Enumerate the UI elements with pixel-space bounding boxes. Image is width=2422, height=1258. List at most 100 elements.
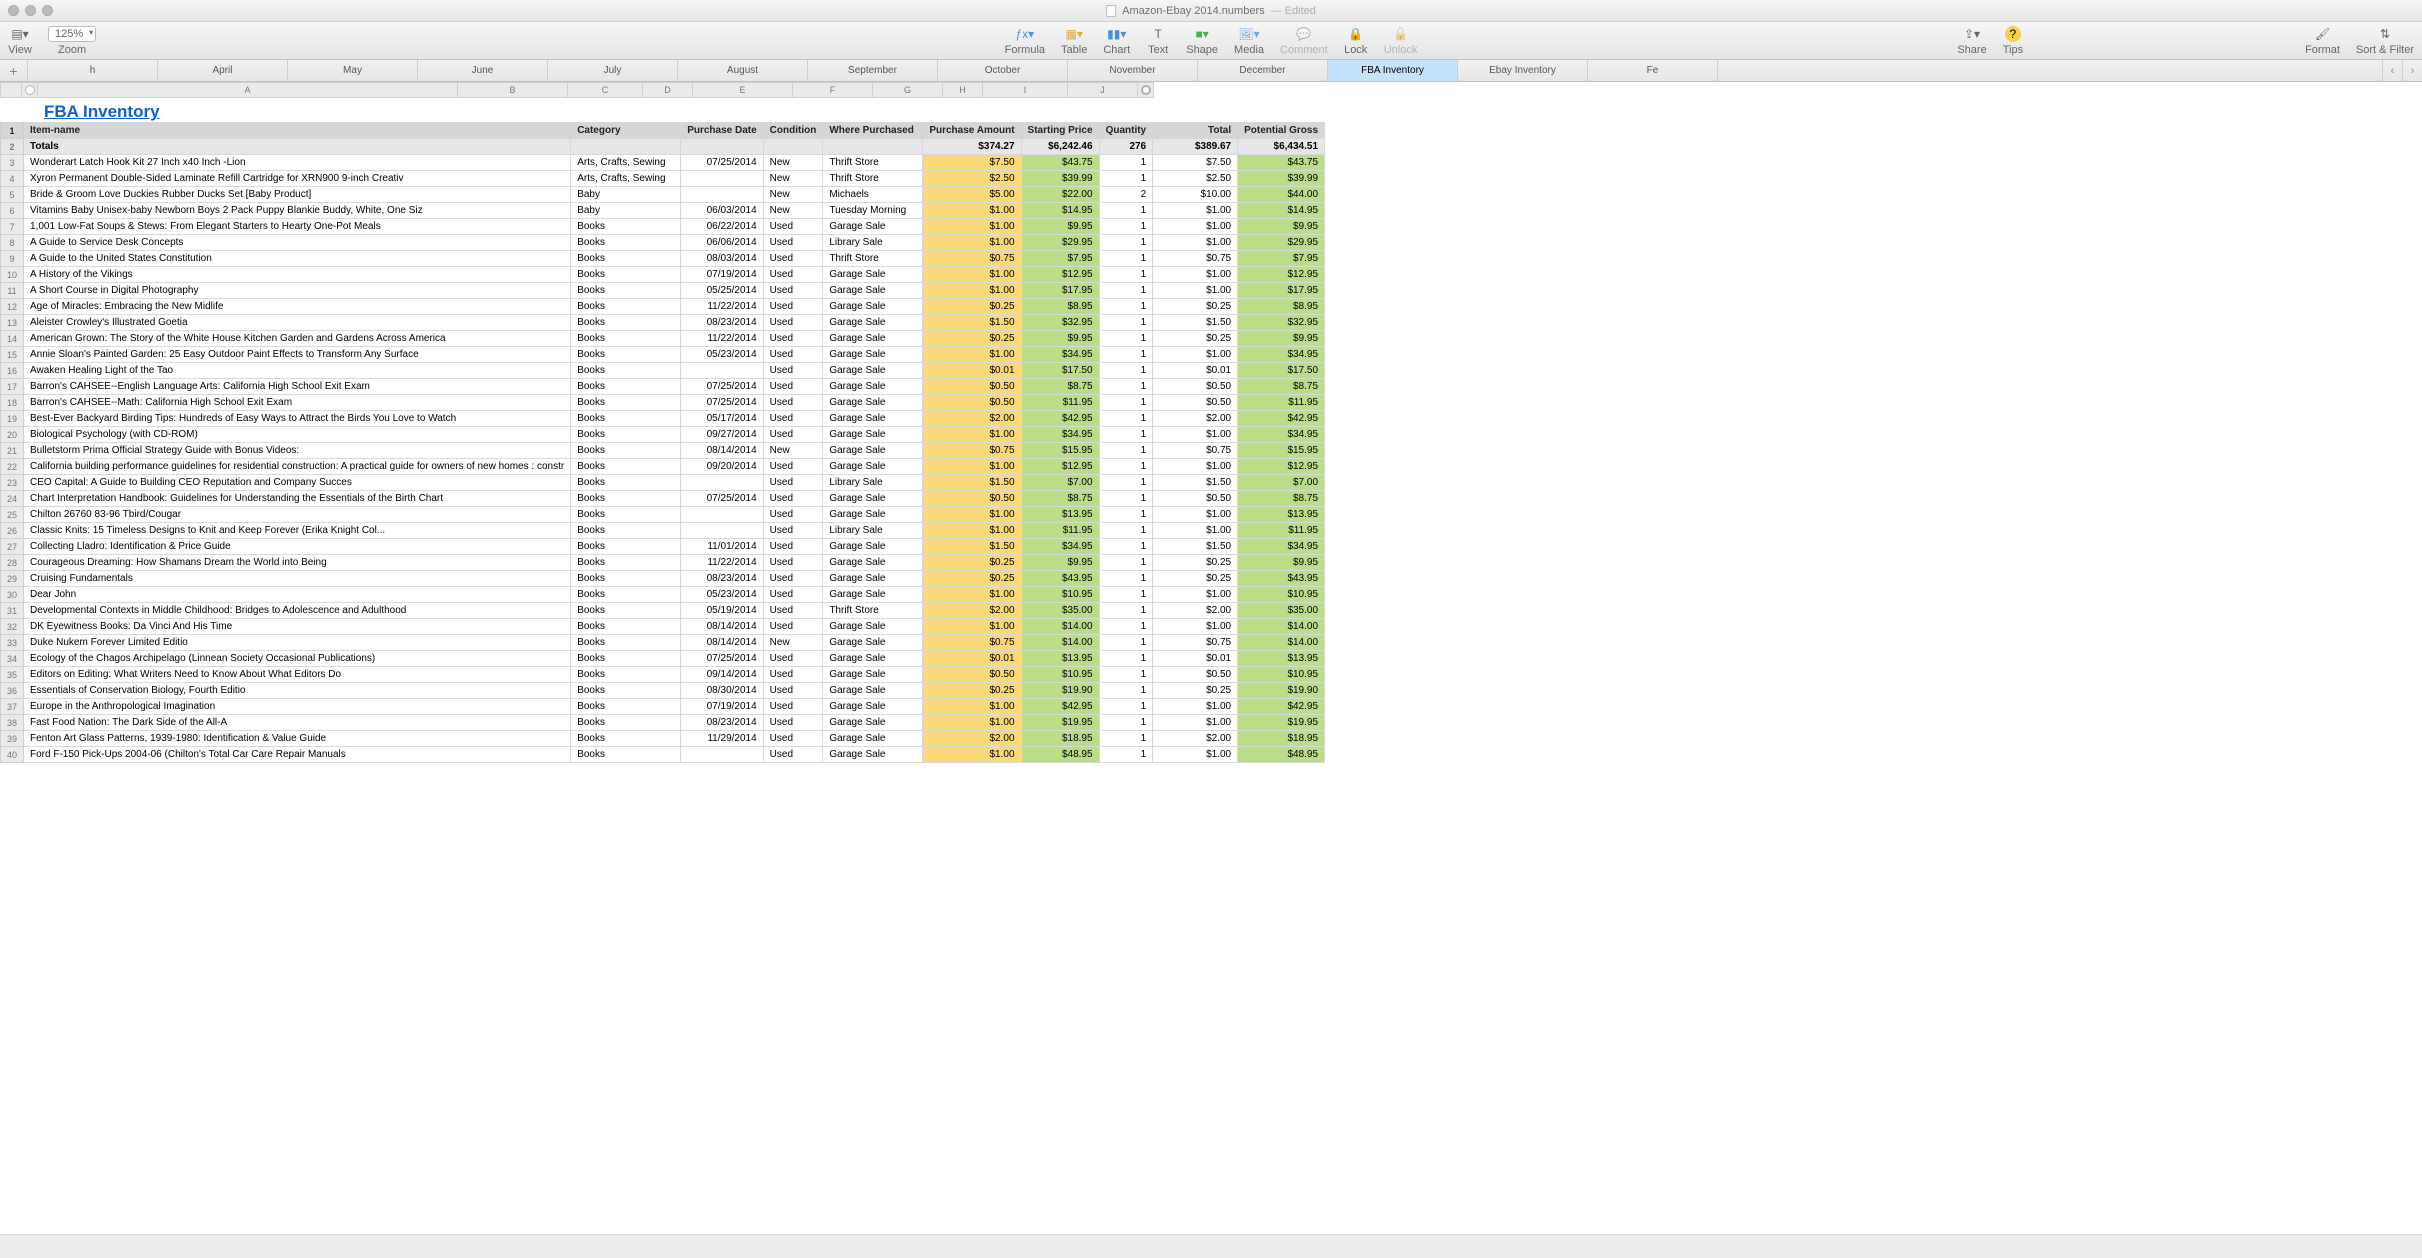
table-row[interactable]: 8A Guide to Service Desk ConceptsBooks06… xyxy=(1,235,1325,251)
cell[interactable]: 1 xyxy=(1099,667,1153,683)
cell[interactable]: $2.00 xyxy=(1153,411,1238,427)
table-row[interactable]: 37Europe in the Anthropological Imaginat… xyxy=(1,699,1325,715)
cell[interactable]: $1.00 xyxy=(923,219,1021,235)
cell[interactable]: $48.95 xyxy=(1238,747,1325,763)
row-header[interactable]: 19 xyxy=(1,411,24,427)
cell[interactable]: Library Sale xyxy=(823,235,923,251)
cell[interactable]: $1.00 xyxy=(923,347,1021,363)
cell[interactable]: 1 xyxy=(1099,219,1153,235)
cell[interactable]: Bulletstorm Prima Official Strategy Guid… xyxy=(24,443,571,459)
cell[interactable]: $11.95 xyxy=(1238,395,1325,411)
cell[interactable]: Used xyxy=(763,475,823,491)
cell[interactable]: Garage Sale xyxy=(823,619,923,635)
cell[interactable]: Books xyxy=(571,411,681,427)
cell[interactable]: $1.50 xyxy=(1153,539,1238,555)
cell[interactable]: $0.01 xyxy=(1153,363,1238,379)
row-header[interactable]: 12 xyxy=(1,299,24,315)
cell[interactable]: $0.50 xyxy=(923,491,1021,507)
row-header[interactable]: 26 xyxy=(1,523,24,539)
cell[interactable]: $0.75 xyxy=(923,251,1021,267)
cell[interactable]: $0.25 xyxy=(923,331,1021,347)
cell[interactable]: Books xyxy=(571,347,681,363)
cell[interactable]: 1 xyxy=(1099,619,1153,635)
cell[interactable]: 1 xyxy=(1099,443,1153,459)
row-header[interactable]: 4 xyxy=(1,171,24,187)
cell[interactable]: 1 xyxy=(1099,507,1153,523)
sheet-tab[interactable]: November xyxy=(1068,60,1198,81)
cell[interactable]: Total xyxy=(1153,123,1238,139)
cell[interactable]: Editors on Editing: What Writers Need to… xyxy=(24,667,571,683)
cell[interactable]: $17.50 xyxy=(1238,363,1325,379)
cell[interactable]: Garage Sale xyxy=(823,747,923,763)
cell[interactable]: Thrift Store xyxy=(823,251,923,267)
cell[interactable]: 1 xyxy=(1099,539,1153,555)
cell[interactable]: New xyxy=(763,635,823,651)
row-header[interactable]: 7 xyxy=(1,219,24,235)
zoom-value[interactable]: 125% xyxy=(48,26,96,42)
cell[interactable]: 09/27/2014 xyxy=(681,427,763,443)
tabs-scroll-left[interactable]: ‹ xyxy=(2382,60,2402,81)
cell[interactable]: Developmental Contexts in Middle Childho… xyxy=(24,603,571,619)
cell[interactable]: $5.00 xyxy=(923,187,1021,203)
cell[interactable]: Used xyxy=(763,731,823,747)
cell[interactable]: $0.25 xyxy=(1153,299,1238,315)
sheet-tab[interactable]: h xyxy=(28,60,158,81)
cell[interactable]: New xyxy=(763,171,823,187)
cell[interactable]: Used xyxy=(763,363,823,379)
cell[interactable]: Ford F-150 Pick-Ups 2004-06 (Chilton's T… xyxy=(24,747,571,763)
cell[interactable]: American Grown: The Story of the White H… xyxy=(24,331,571,347)
cell[interactable]: 2 xyxy=(1099,187,1153,203)
table-row[interactable]: 40Ford F-150 Pick-Ups 2004-06 (Chilton's… xyxy=(1,747,1325,763)
row-header[interactable]: 28 xyxy=(1,555,24,571)
cell[interactable]: Barron's CAHSEE--Math: California High S… xyxy=(24,395,571,411)
cell[interactable]: Biological Psychology (with CD-ROM) xyxy=(24,427,571,443)
cell[interactable]: Garage Sale xyxy=(823,667,923,683)
cell[interactable]: Garage Sale xyxy=(823,635,923,651)
cell[interactable]: $8.95 xyxy=(1238,299,1325,315)
cell[interactable]: $34.95 xyxy=(1238,427,1325,443)
cell[interactable]: $1.00 xyxy=(923,587,1021,603)
cell[interactable]: Garage Sale xyxy=(823,363,923,379)
cell[interactable]: Potential Gross xyxy=(1238,123,1325,139)
spreadsheet-area[interactable]: ABCDEFGHIJ FBA Inventory 1Item-nameCateg… xyxy=(0,82,2422,1234)
row-header[interactable]: 36 xyxy=(1,683,24,699)
row-header[interactable]: 13 xyxy=(1,315,24,331)
cell[interactable]: Thrift Store xyxy=(823,603,923,619)
table-row[interactable]: 19Best-Ever Backyard Birding Tips: Hundr… xyxy=(1,411,1325,427)
cell[interactable]: California building performance guidelin… xyxy=(24,459,571,475)
cell[interactable]: $0.25 xyxy=(923,571,1021,587)
column-header[interactable]: G xyxy=(873,82,943,98)
table-row[interactable]: 26Classic Knits: 15 Timeless Designs to … xyxy=(1,523,1325,539)
cell[interactable]: 07/25/2014 xyxy=(681,155,763,171)
cell[interactable]: $1.00 xyxy=(923,747,1021,763)
cell[interactable]: $1.00 xyxy=(1153,699,1238,715)
cell[interactable]: Quantity xyxy=(1099,123,1153,139)
cell[interactable]: A Guide to the United States Constitutio… xyxy=(24,251,571,267)
cell[interactable] xyxy=(681,507,763,523)
cell[interactable]: Garage Sale xyxy=(823,267,923,283)
cell[interactable]: $0.75 xyxy=(1153,635,1238,651)
cell[interactable]: Books xyxy=(571,523,681,539)
cell[interactable]: Used xyxy=(763,283,823,299)
row-header[interactable]: 34 xyxy=(1,651,24,667)
cell[interactable]: $13.95 xyxy=(1021,507,1099,523)
table-row[interactable]: 38Fast Food Nation: The Dark Side of the… xyxy=(1,715,1325,731)
cell[interactable]: Used xyxy=(763,235,823,251)
row-header[interactable]: 20 xyxy=(1,427,24,443)
cell[interactable]: 1 xyxy=(1099,155,1153,171)
table-row[interactable]: 27Collecting Lladro: Identification & Pr… xyxy=(1,539,1325,555)
cell[interactable]: Books xyxy=(571,603,681,619)
row-header[interactable]: 15 xyxy=(1,347,24,363)
cell[interactable]: Books xyxy=(571,219,681,235)
table-row[interactable]: 20Biological Psychology (with CD-ROM)Boo… xyxy=(1,427,1325,443)
cell[interactable]: $6,434.51 xyxy=(1238,139,1325,155)
table-row[interactable]: 29Cruising FundamentalsBooks08/23/2014Us… xyxy=(1,571,1325,587)
cell[interactable]: 1 xyxy=(1099,603,1153,619)
cell[interactable]: $32.95 xyxy=(1238,315,1325,331)
cell[interactable]: Used xyxy=(763,251,823,267)
cell[interactable]: Where Purchased xyxy=(823,123,923,139)
cell[interactable]: Fenton Art Glass Patterns, 1939-1980: Id… xyxy=(24,731,571,747)
cell[interactable]: $1.00 xyxy=(923,235,1021,251)
cell[interactable]: $48.95 xyxy=(1021,747,1099,763)
cell[interactable]: 1 xyxy=(1099,267,1153,283)
